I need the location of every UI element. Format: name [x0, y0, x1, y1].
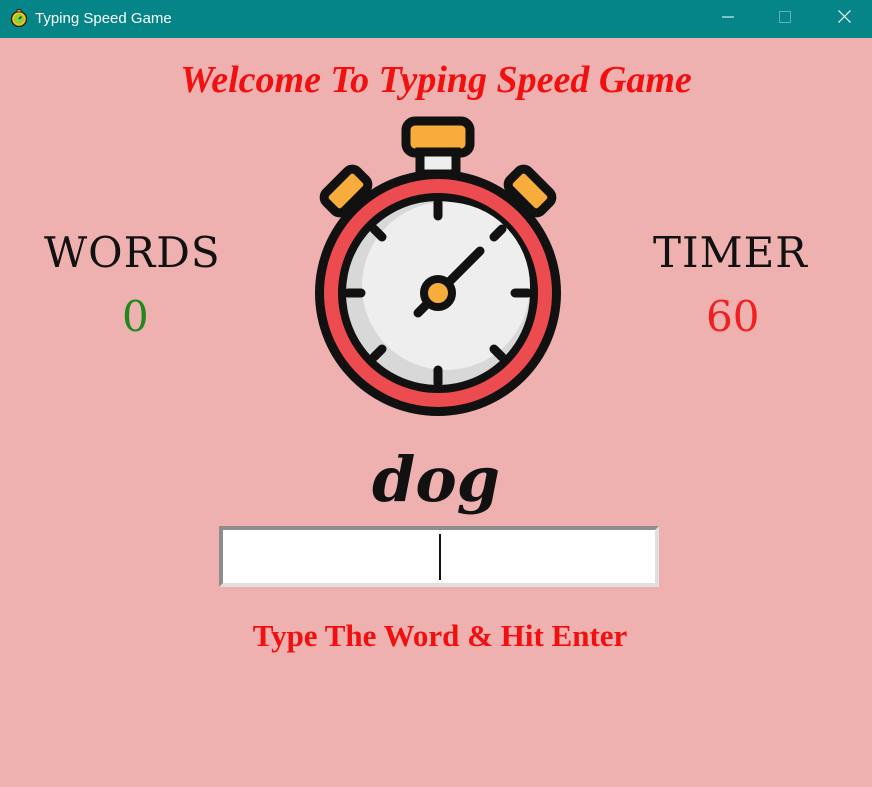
title-bar: Typing Speed Game [0, 0, 872, 38]
minimize-icon [722, 10, 734, 28]
instruction-text: Type The Word & Hit Enter [252, 618, 628, 653]
timer-label: TIMER [653, 228, 808, 277]
text-cursor [439, 534, 441, 580]
words-count: 0 [122, 292, 149, 341]
maximize-icon [779, 10, 791, 28]
page-title: Welcome To Typing Speed Game [180, 59, 692, 101]
stopwatch-icon [10, 9, 28, 28]
window-title: Typing Speed Game [35, 10, 172, 27]
close-icon [837, 10, 851, 28]
words-label: WORDS [44, 228, 221, 277]
maximize-button[interactable] [757, 0, 813, 38]
minimize-button[interactable] [700, 0, 756, 38]
word-entry-field[interactable] [219, 526, 659, 587]
game-panel: Welcome To Typing Speed Game WORDS 0 TIM… [0, 38, 872, 787]
timer-count: 60 [706, 292, 760, 341]
close-button[interactable] [816, 0, 872, 38]
target-word: dog [371, 443, 501, 516]
stopwatch-image [306, 116, 570, 422]
